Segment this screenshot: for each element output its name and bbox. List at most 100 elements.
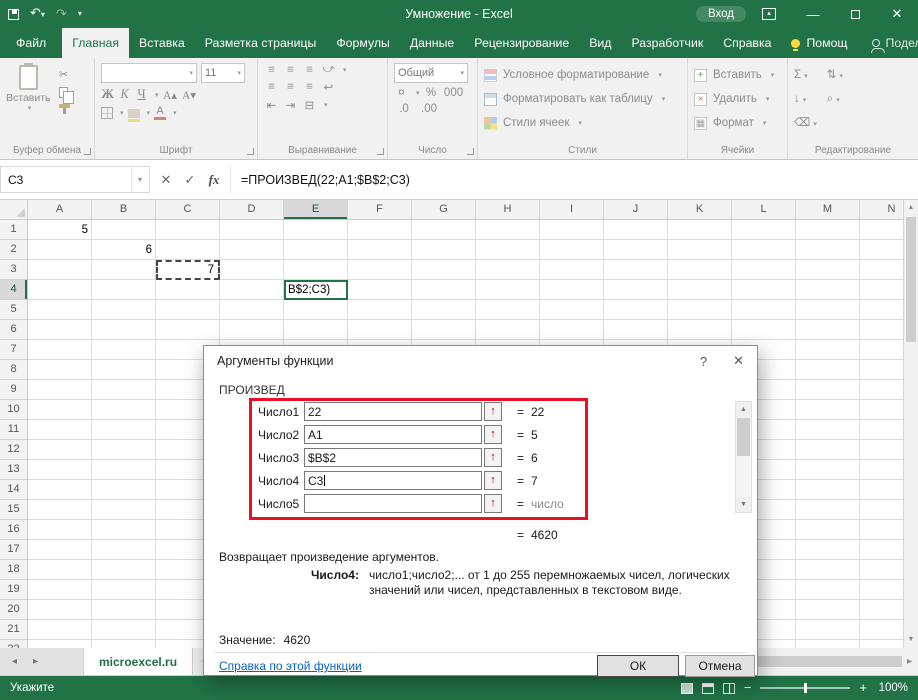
column-header-J[interactable]: J (604, 200, 668, 219)
align-top-icon[interactable]: ≡ (264, 64, 279, 76)
scroll-right-icon[interactable]: ▸ (907, 656, 912, 667)
align-right-icon[interactable]: ≡ (302, 81, 317, 93)
tab-Вид[interactable]: Вид (579, 28, 621, 58)
tab-Данные[interactable]: Данные (400, 28, 464, 58)
row-header-10[interactable]: 10 (0, 400, 27, 420)
decrease-indent-icon[interactable]: ⇤ (264, 98, 279, 112)
row-header-5[interactable]: 5 (0, 300, 27, 320)
name-box[interactable]: C3 ▾ (0, 166, 150, 193)
insert-cells-button[interactable]: + Вставить▾ (694, 63, 783, 87)
undo-icon[interactable]: ↶▾ (30, 0, 45, 29)
fill-button[interactable]: ↓▾ (794, 89, 817, 107)
row-header-14[interactable]: 14 (0, 480, 27, 500)
ok-button[interactable]: ОК (597, 655, 679, 677)
delete-cells-button[interactable]: × Удалить▾ (694, 87, 783, 111)
share-button[interactable]: Поделиться (858, 28, 918, 58)
percent-style-icon[interactable]: % (424, 87, 439, 99)
merge-center-icon[interactable]: ⊟ (302, 98, 317, 112)
select-all-corner[interactable] (0, 200, 28, 220)
minimize-button[interactable]: — (792, 0, 834, 28)
font-size-select[interactable]: 11▾ (201, 63, 245, 83)
insert-function-button[interactable]: fx (202, 172, 226, 188)
tab-file[interactable]: Файл (0, 28, 62, 58)
cell-B2[interactable]: 6 (92, 240, 156, 260)
ribbon-display-options-icon[interactable]: ▴ (762, 8, 776, 20)
tab-Формулы[interactable]: Формулы (326, 28, 400, 58)
paste-button[interactable]: Вставить ▾ (6, 63, 50, 112)
maximize-button[interactable] (834, 0, 876, 28)
row-header-21[interactable]: 21 (0, 620, 27, 640)
column-header-E[interactable]: E (284, 200, 348, 219)
column-header-K[interactable]: K (668, 200, 732, 219)
page-layout-view-icon[interactable] (702, 683, 714, 694)
row-header-3[interactable]: 3 (0, 260, 27, 280)
row-header-7[interactable]: 7 (0, 340, 27, 360)
zoom-slider-thumb[interactable] (804, 683, 807, 693)
zoom-slider[interactable] (760, 687, 850, 689)
arg-input-Число4[interactable]: C3 (304, 471, 482, 490)
tab-Разметка страницы[interactable]: Разметка страницы (195, 28, 327, 58)
row-header-11[interactable]: 11 (0, 420, 27, 440)
name-box-chevron-icon[interactable]: ▾ (131, 167, 142, 192)
column-header-G[interactable]: G (412, 200, 476, 219)
dialog-launcher-icon[interactable] (84, 148, 91, 155)
column-header-N[interactable]: N (860, 200, 903, 219)
tab-Справка[interactable]: Справка (713, 28, 781, 58)
scroll-up-icon[interactable]: ▲ (904, 200, 918, 216)
tab-Вставка[interactable]: Вставка (129, 28, 195, 58)
tab-assistant[interactable]: Помощ (781, 28, 857, 58)
zoom-in-icon[interactable]: + (859, 677, 867, 699)
column-header-D[interactable]: D (220, 200, 284, 219)
sort-filter-button[interactable]: ⇅▾ (827, 65, 843, 83)
tab-Разработчик[interactable]: Разработчик (621, 28, 713, 58)
redo-icon[interactable]: ↷ (56, 0, 67, 28)
font-color-icon[interactable]: А (154, 106, 166, 120)
increase-decimal-icon[interactable]: .0 (394, 103, 414, 115)
borders-icon[interactable] (101, 107, 113, 119)
cell-C3[interactable]: 7 (156, 260, 220, 280)
copy-icon[interactable] (59, 87, 68, 98)
wrap-text-icon[interactable]: ↩ (321, 80, 336, 94)
fill-color-icon[interactable] (128, 109, 140, 118)
find-select-button[interactable]: ⌕▾ (827, 89, 843, 107)
close-button[interactable]: ✕ (876, 0, 918, 28)
function-help-link[interactable]: Справка по этой функции (219, 659, 362, 673)
tab-Рецензирование[interactable]: Рецензирование (464, 28, 579, 58)
column-header-B[interactable]: B (92, 200, 156, 219)
vertical-scroll-thumb[interactable] (906, 217, 916, 342)
dialog-scrollbar[interactable]: ▲ ▼ (735, 401, 752, 513)
cancel-entry-button[interactable]: ✕ (154, 172, 178, 188)
orientation-icon[interactable]: ⤻ (321, 63, 336, 76)
row-header-15[interactable]: 15 (0, 500, 27, 520)
align-center-icon[interactable]: ≡ (283, 81, 298, 93)
scroll-down-icon[interactable]: ▼ (736, 497, 751, 512)
underline-button[interactable]: Ч (135, 87, 148, 102)
format-as-table-button[interactable]: Форматировать как таблицу▾ (484, 87, 683, 111)
shrink-font-icon[interactable]: А▾ (182, 88, 197, 102)
row-header-12[interactable]: 12 (0, 440, 27, 460)
clear-button[interactable]: ⌫▾ (794, 113, 817, 131)
column-header-F[interactable]: F (348, 200, 412, 219)
row-header-16[interactable]: 16 (0, 520, 27, 540)
dialog-launcher-icon[interactable] (467, 148, 474, 155)
cancel-button[interactable]: Отмена (685, 655, 755, 677)
save-icon[interactable] (8, 9, 19, 20)
scroll-up-icon[interactable]: ▲ (736, 402, 751, 417)
row-header-22[interactable]: 22 (0, 640, 27, 648)
align-bottom-icon[interactable]: ≡ (302, 64, 317, 76)
tab-Главная[interactable]: Главная (62, 28, 129, 58)
bold-button[interactable]: Ж (101, 87, 114, 102)
row-header-17[interactable]: 17 (0, 540, 27, 560)
sign-in-button[interactable]: Вход (696, 6, 746, 22)
format-cells-button[interactable]: ▦ Формат▾ (694, 111, 783, 135)
page-break-view-icon[interactable] (723, 683, 735, 694)
customize-qat-icon[interactable]: ▾ (78, 0, 82, 28)
column-header-I[interactable]: I (540, 200, 604, 219)
zoom-out-icon[interactable]: − (744, 677, 752, 699)
autosum-button[interactable]: Σ▾ (794, 65, 817, 83)
row-header-6[interactable]: 6 (0, 320, 27, 340)
cut-icon[interactable]: ✂ (59, 68, 70, 81)
italic-button[interactable]: К (118, 87, 131, 102)
row-header-8[interactable]: 8 (0, 360, 27, 380)
increase-indent-icon[interactable]: ⇥ (283, 98, 298, 112)
